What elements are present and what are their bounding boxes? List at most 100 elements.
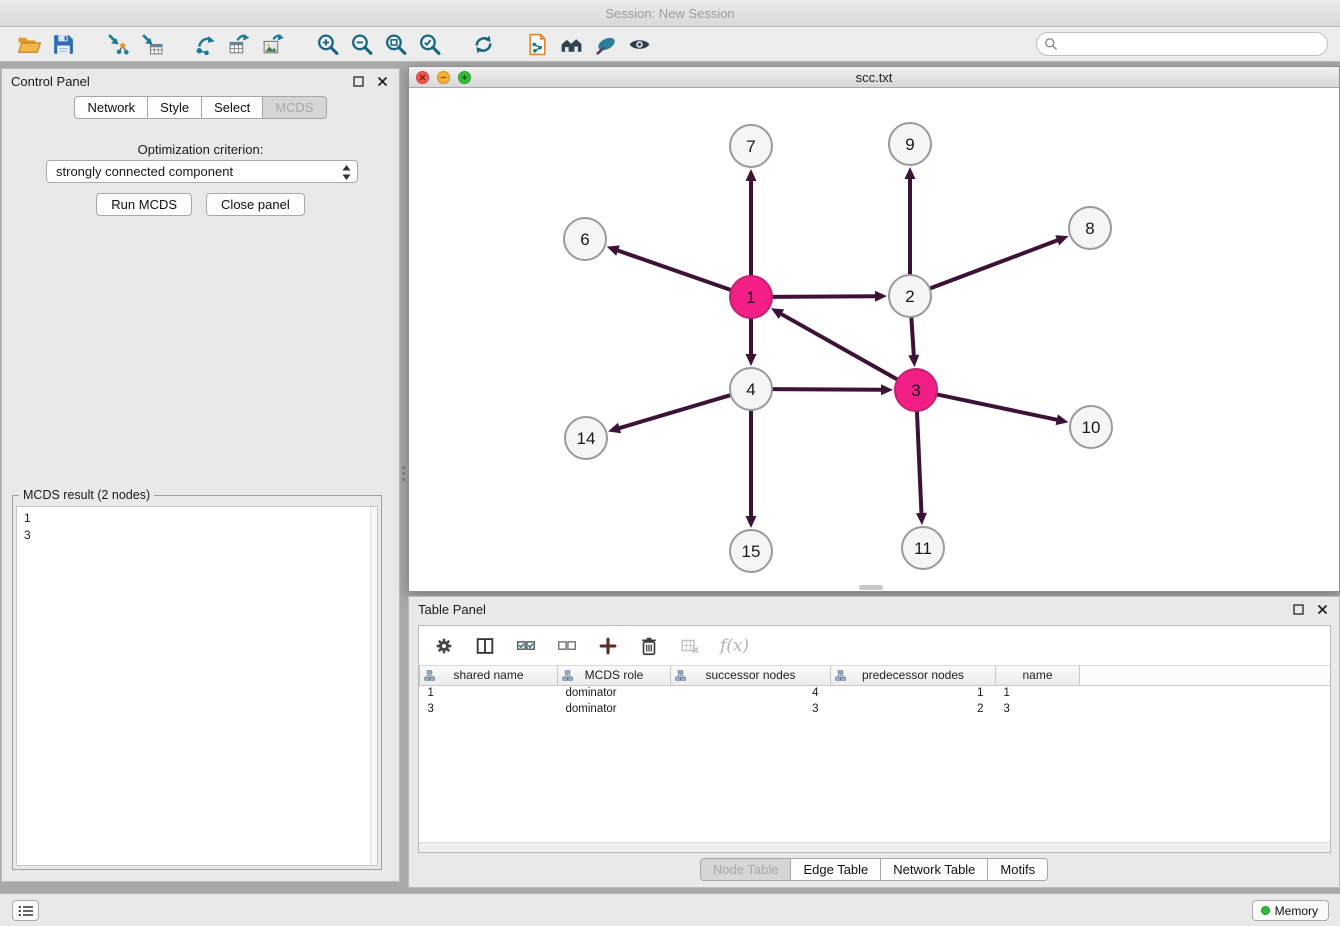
close-mcds-panel-button[interactable]: Close panel [206,193,305,216]
graph-edge-arrowhead [1056,414,1069,425]
result-scrollbar[interactable] [370,507,377,865]
create-column-button[interactable] [595,633,621,659]
column-header-shared-name[interactable]: shared name [420,666,558,685]
show-hide-button[interactable] [622,29,656,59]
table-settings-button[interactable] [431,633,457,659]
table-cell[interactable]: 3 [671,701,831,717]
tab-style[interactable]: Style [147,96,202,119]
table-row[interactable]: 3dominator323 [420,701,1331,717]
select-all-columns-button[interactable] [513,633,539,659]
column-header-predecessor-nodes[interactable]: predecessor nodes [831,666,996,685]
export-table-button[interactable] [222,29,256,59]
table-row[interactable]: 1dominator411 [420,685,1331,701]
network-graph[interactable]: 7968124310141511 [409,88,1339,591]
network-document-button[interactable] [520,29,554,59]
tab-mcds[interactable]: MCDS [262,96,326,119]
minimize-window-button[interactable] [437,71,450,84]
import-table-button[interactable] [134,29,168,59]
float-panel-button[interactable] [351,74,366,89]
memory-status-icon [1261,906,1270,915]
table-horizontal-scrollbar[interactable] [419,842,1330,852]
table-cell[interactable]: dominator [558,701,671,717]
apply-style-button[interactable] [588,29,622,59]
graph-node-label: 1 [746,288,755,307]
tab-network[interactable]: Network [74,96,148,119]
paintbrush-icon [593,32,618,57]
delete-table-button[interactable] [677,633,703,659]
first-neighbors-button[interactable] [554,29,588,59]
run-mcds-button[interactable]: Run MCDS [96,193,192,216]
graph-node-label: 7 [746,137,755,156]
tab-edge-table[interactable]: Edge Table [790,858,881,881]
columns-icon [474,635,496,657]
table-cell[interactable]: 1 [831,685,996,701]
toolbar-search [1036,32,1328,56]
graph-edge-2-3[interactable] [911,315,914,356]
table-cell[interactable]: 1 [996,685,1080,701]
column-header-mcds-role[interactable]: MCDS role [558,666,671,685]
panel-splitter[interactable] [402,466,406,486]
graph-edge-arrowhead [916,513,927,525]
canvas-scroll-handle[interactable] [859,585,883,590]
task-history-button[interactable] [12,900,39,921]
graph-edge-4-14[interactable] [619,394,733,428]
delete-column-button[interactable] [636,633,662,659]
close-panel-button[interactable] [375,74,390,89]
table-header-row: shared name MCDS role [420,666,1331,685]
export-image-button[interactable] [256,29,290,59]
table-cell[interactable]: 3 [420,701,558,717]
graph-node-label: 4 [746,380,755,399]
tab-select[interactable]: Select [201,96,263,119]
import-network-button[interactable] [100,29,134,59]
table-cell[interactable]: 3 [996,701,1080,717]
graph-edge-4-3[interactable] [770,389,882,390]
column-header-successor-nodes[interactable]: successor nodes [671,666,831,685]
table-cell-filler [1080,701,1331,717]
show-columns-button[interactable] [472,633,498,659]
document-network-icon [525,32,550,57]
open-session-button[interactable] [12,29,46,59]
graph-edge-3-1[interactable] [781,314,900,381]
eye-icon [627,32,652,57]
zoom-in-button[interactable] [310,29,344,59]
table-cell[interactable]: 4 [671,685,831,701]
tab-node-table[interactable]: Node Table [700,858,792,881]
float-table-panel-button[interactable] [1291,602,1306,617]
control-panel-header: Control Panel [2,69,399,93]
graph-edge-3-10[interactable] [935,394,1058,420]
checked-boxes-icon [515,635,537,657]
graph-edge-arrowhead [608,423,621,434]
table-panel: Table Panel [408,596,1340,888]
graph-edge-2-8[interactable] [928,240,1058,289]
tab-network-table[interactable]: Network Table [880,858,988,881]
search-input[interactable] [1036,32,1328,56]
save-session-button[interactable] [46,29,80,59]
graph-edge-1-2[interactable] [770,296,876,297]
export-network-button[interactable] [188,29,222,59]
status-bar: Memory [0,893,1340,926]
zoom-fit-button[interactable] [378,29,412,59]
function-builder-button[interactable]: f(x) [718,636,751,656]
zoom-out-button[interactable] [344,29,378,59]
refresh-view-button[interactable] [466,29,500,59]
table-cell[interactable]: dominator [558,685,671,701]
zoom-selected-button[interactable] [412,29,446,59]
mcds-result-title: MCDS result (2 nodes) [19,488,154,502]
close-table-panel-button[interactable] [1315,602,1330,617]
refresh-icon [471,32,496,57]
table-cell[interactable]: 2 [831,701,996,717]
close-window-button[interactable] [416,71,429,84]
graph-edge-1-6[interactable] [617,250,733,291]
graph-edge-3-11[interactable] [917,409,922,514]
memory-button[interactable]: Memory [1252,900,1329,921]
column-header-name[interactable]: name [996,666,1080,685]
zoom-window-button[interactable] [458,71,471,84]
save-icon [51,32,76,57]
table-cell[interactable]: 1 [420,685,558,701]
tab-motifs[interactable]: Motifs [987,858,1048,881]
mcds-result-list[interactable]: 1 3 [16,506,378,866]
criterion-select[interactable]: strongly connected component [46,160,358,183]
window-controls [416,71,471,84]
deselect-all-columns-button[interactable] [554,633,580,659]
network-window-titlebar[interactable]: scc.txt [409,67,1339,88]
